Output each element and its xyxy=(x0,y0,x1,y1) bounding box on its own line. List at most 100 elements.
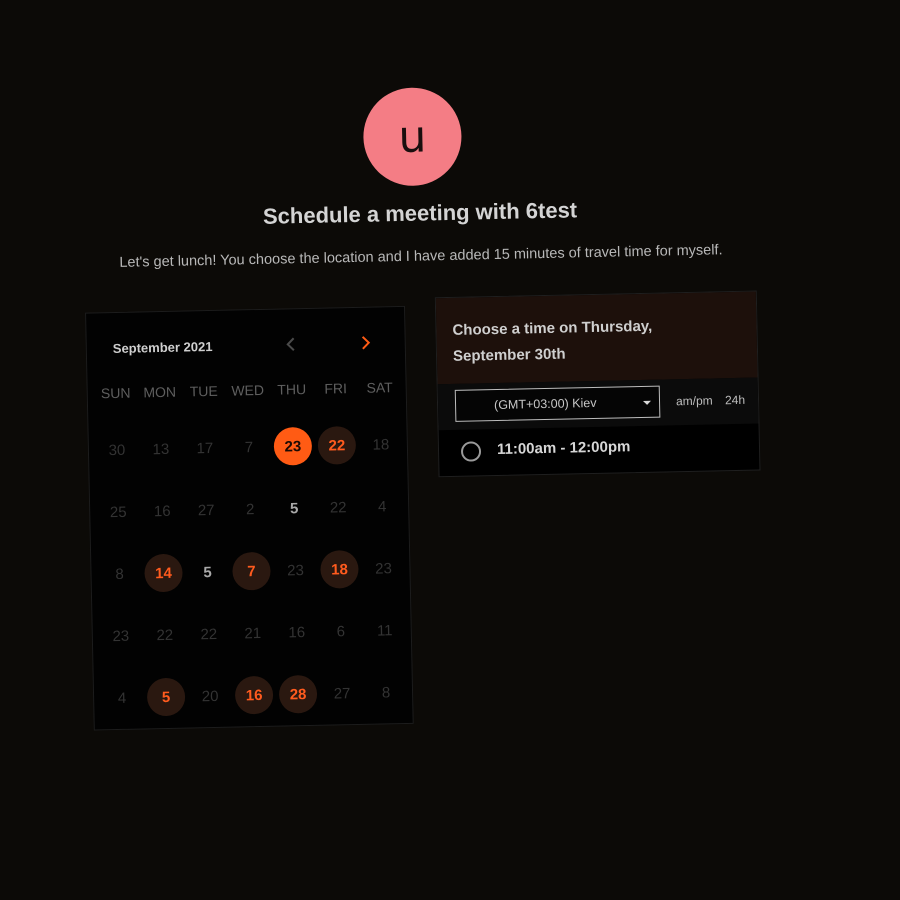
day-number: 2 xyxy=(245,500,255,518)
day-number: 4 xyxy=(117,689,127,707)
day-cell: 4 xyxy=(99,666,144,729)
day-number: 8 xyxy=(115,565,124,583)
day-cell: 16 xyxy=(274,601,319,664)
day-cell: 2 xyxy=(228,478,273,541)
day-cell: 16 xyxy=(231,664,276,727)
caret-down-icon xyxy=(643,400,652,405)
next-month-button[interactable] xyxy=(355,332,375,354)
day-number: 30 xyxy=(108,441,126,459)
day-number: 8 xyxy=(381,683,391,701)
day-number: 4 xyxy=(377,497,387,516)
timezone-select[interactable]: (GMT+03:00) Kiev xyxy=(454,385,661,422)
time-slot[interactable]: 11:00am - 12:00pm xyxy=(439,424,760,477)
time-panel: Choose a time on Thursday, September 30t… xyxy=(434,290,761,478)
day-number: 23 xyxy=(374,559,392,578)
prev-month-button[interactable] xyxy=(282,333,302,355)
selected-day-button[interactable]: 23 xyxy=(273,426,313,466)
available-day-button[interactable]: 5 xyxy=(146,677,186,717)
day-grid: 30 13 17 7 23 22 18 25 16 27 2 5 22 4 8 14 5 7 23 18 23 23 22 2… xyxy=(94,413,408,729)
weekday-label: MON xyxy=(143,383,177,401)
day-number: 20 xyxy=(201,687,219,705)
day-number: 16 xyxy=(288,623,306,641)
avatar-letter: u xyxy=(397,110,427,163)
format-24h-toggle[interactable]: 24h xyxy=(725,393,745,407)
day-cell: 7 xyxy=(226,416,271,479)
timezone-row: (GMT+03:00) Kiev am/pm 24h xyxy=(437,377,759,431)
weekday-label: WED xyxy=(231,381,265,399)
day-number: 16 xyxy=(153,502,171,520)
available-day-button[interactable]: 22 xyxy=(317,425,357,465)
day-number: 5 xyxy=(289,499,299,517)
page-title: Schedule a meeting with 6test xyxy=(262,197,578,229)
day-cell: 21 xyxy=(230,602,275,665)
calendar: September 2021 SUN MON TUE WED THU FRI SAT 30 1… xyxy=(85,305,414,731)
timezone-value: (GMT+03:00) Kiev xyxy=(493,395,597,413)
chevron-right-icon xyxy=(361,336,371,350)
day-number: 22 xyxy=(156,626,174,644)
day-cell: 6 xyxy=(318,600,363,663)
day-number: 23 xyxy=(112,627,130,645)
weekday-label: THU xyxy=(277,381,307,398)
day-cell: 8 xyxy=(97,542,142,605)
day-cell: 22 xyxy=(142,604,187,667)
day-cell: 23 xyxy=(270,415,315,478)
time-panel-heading: Choose a time on Thursday, September 30t… xyxy=(452,317,653,365)
available-day-button[interactable]: 7 xyxy=(232,551,271,591)
day-cell: 30 xyxy=(94,419,139,482)
day-cell: 25 xyxy=(96,481,141,544)
month-label: September 2021 xyxy=(112,338,213,357)
day-cell: 18 xyxy=(317,538,362,601)
available-day-button[interactable]: 14 xyxy=(144,553,183,593)
day-number: 27 xyxy=(333,684,351,702)
time-panel-header: Choose a time on Thursday, September 30t… xyxy=(435,291,758,385)
avatar: u xyxy=(362,86,463,187)
day-cell: 20 xyxy=(187,665,232,728)
day-number: 7 xyxy=(244,438,254,456)
day-cell: 23 xyxy=(98,604,143,667)
day-number: 11 xyxy=(376,621,393,640)
day-cell: 16 xyxy=(140,480,185,543)
day-cell: 5 xyxy=(185,541,230,604)
weekday-label: FRI xyxy=(324,380,348,397)
day-cell: 27 xyxy=(319,662,364,725)
time-slot-label: 11:00am - 12:00pm xyxy=(496,438,631,459)
day-number: 27 xyxy=(197,501,215,519)
day-cell: 22 xyxy=(314,414,359,477)
day-number: 22 xyxy=(329,498,347,517)
day-cell: 17 xyxy=(182,417,227,480)
chevron-left-icon xyxy=(286,337,295,351)
day-cell: 7 xyxy=(229,540,274,603)
weekday-header: SUN MON TUE WED THU FRI SAT xyxy=(94,379,402,401)
day-cell: 23 xyxy=(273,539,318,602)
day-number: 22 xyxy=(200,625,218,643)
day-number: 18 xyxy=(372,435,390,454)
radio-icon[interactable] xyxy=(460,441,482,462)
day-cell: 14 xyxy=(141,542,186,605)
day-cell: 22 xyxy=(186,603,231,666)
day-cell: 11 xyxy=(362,599,407,662)
day-cell: 8 xyxy=(363,661,408,724)
day-number: 17 xyxy=(196,439,214,457)
day-cell: 23 xyxy=(361,537,406,600)
day-cell: 4 xyxy=(360,475,405,538)
weekday-label: SAT xyxy=(366,379,393,396)
available-day-button[interactable]: 18 xyxy=(320,549,359,589)
day-number: 13 xyxy=(152,440,170,458)
format-ampm-toggle[interactable]: am/pm xyxy=(676,393,713,408)
day-number: 6 xyxy=(336,622,346,640)
day-number: 21 xyxy=(244,624,262,642)
day-cell: 13 xyxy=(138,418,183,481)
available-day-button[interactable]: 28 xyxy=(278,674,318,714)
day-number: 25 xyxy=(109,503,127,521)
event-description: Let's get lunch! You choose the location… xyxy=(119,242,723,271)
day-number: 5 xyxy=(203,563,212,581)
day-cell: 27 xyxy=(184,479,229,542)
weekday-label: SUN xyxy=(100,384,131,402)
day-cell: 28 xyxy=(275,663,320,726)
weekday-label: TUE xyxy=(189,382,218,400)
day-cell: 18 xyxy=(358,413,403,476)
day-number: 23 xyxy=(286,561,305,579)
available-day-button[interactable]: 16 xyxy=(234,675,274,715)
day-cell: 22 xyxy=(316,476,361,539)
day-cell: 5 xyxy=(272,477,317,540)
